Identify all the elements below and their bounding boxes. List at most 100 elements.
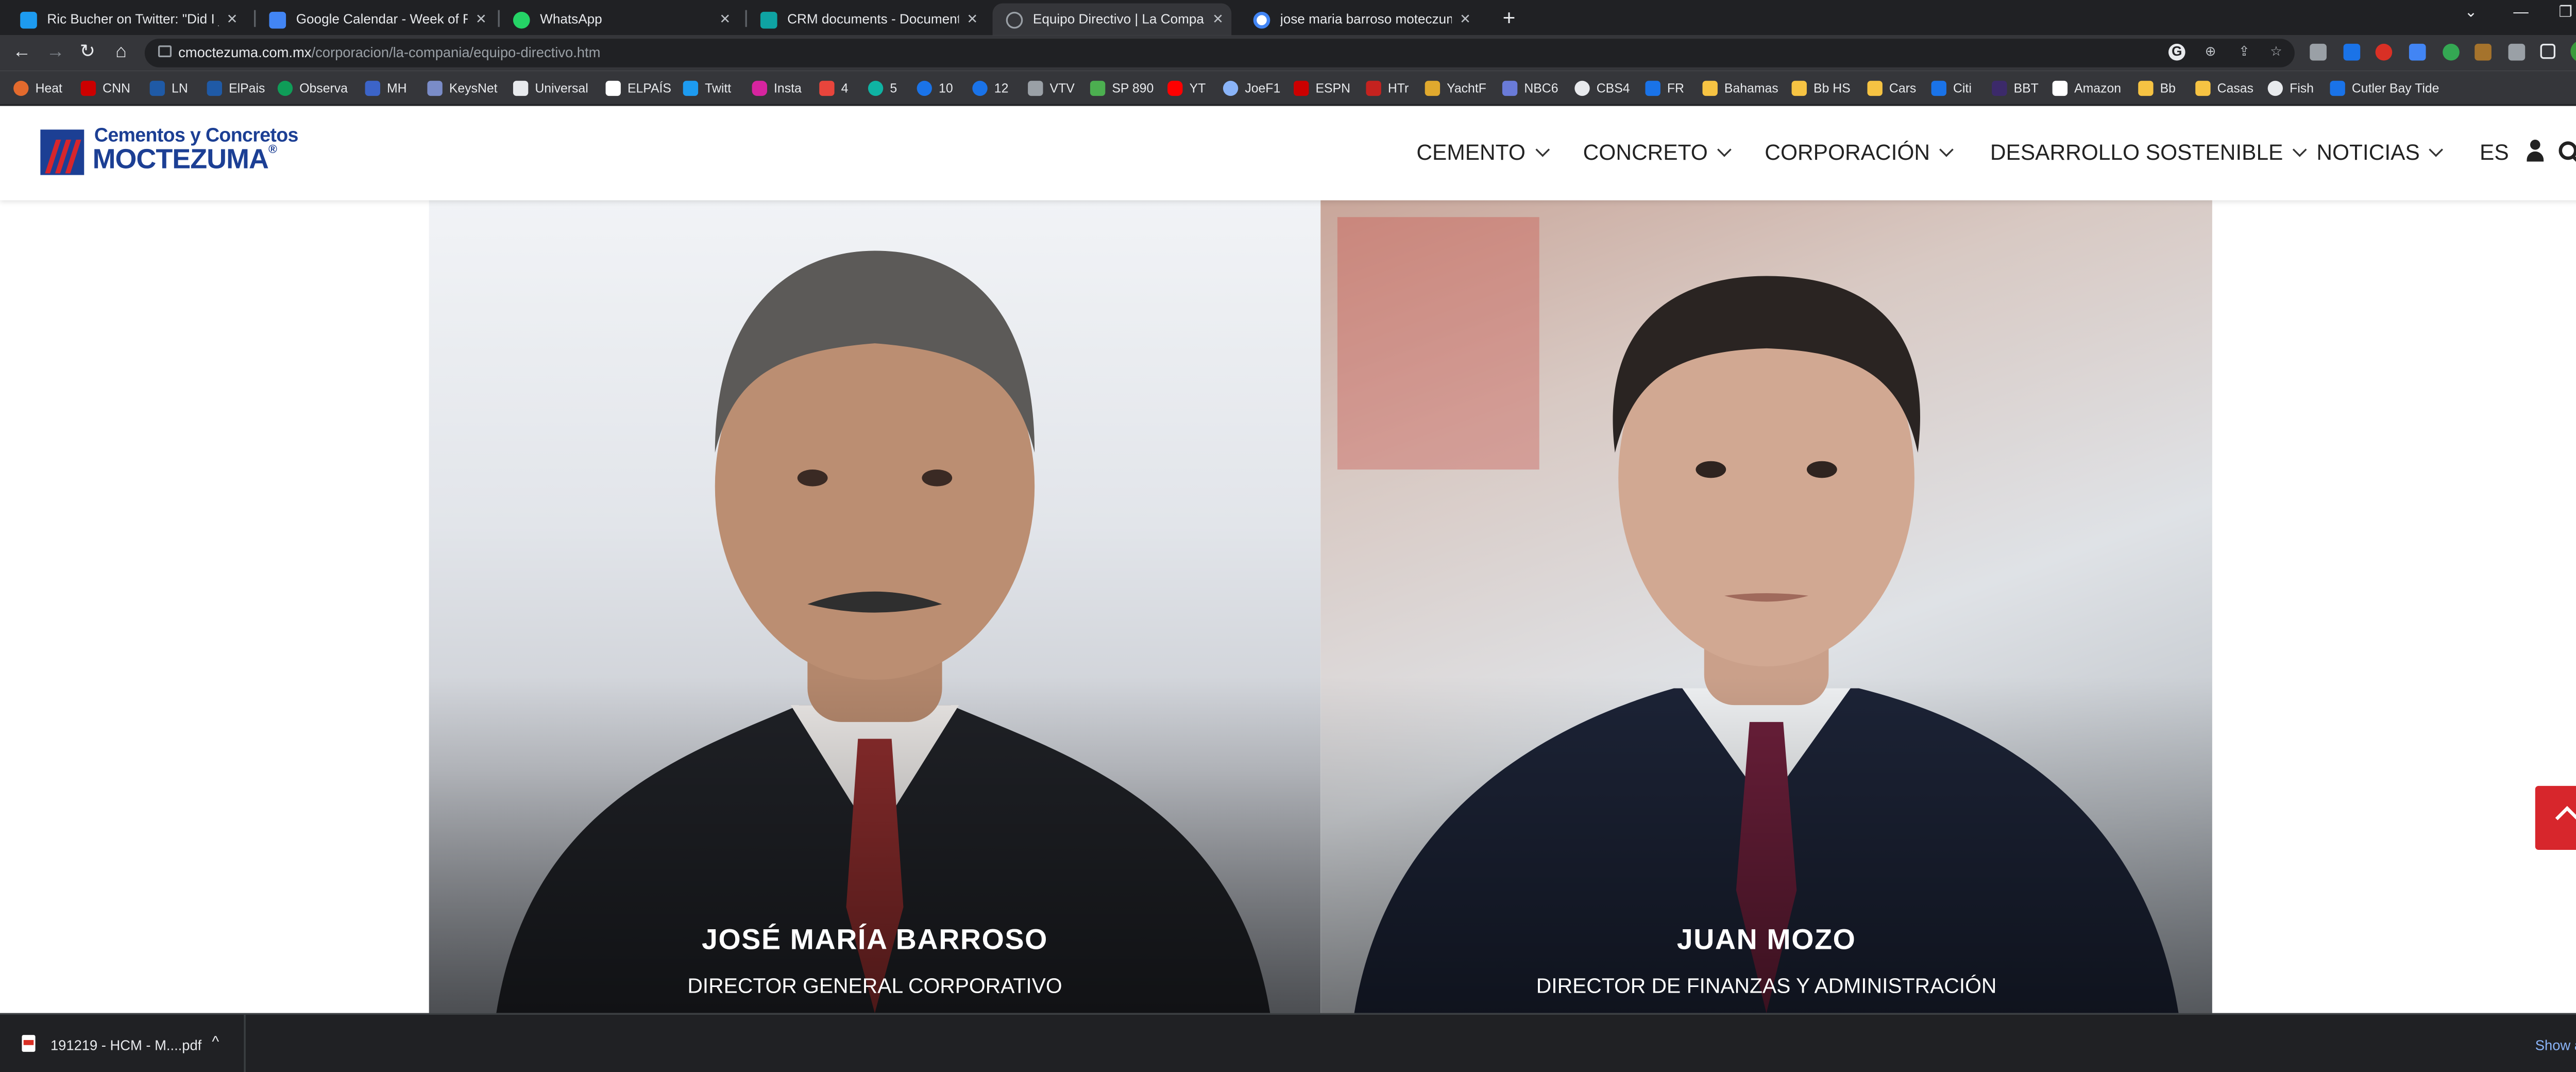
- bookmark-item[interactable]: 12: [972, 77, 1008, 97]
- bookmark-folder[interactable]: Bb: [2138, 77, 2176, 97]
- executive-card[interactable]: JUAN MOZO DIRECTOR DE FINANZAS Y ADMINIS…: [1320, 200, 2212, 1013]
- bookmark-item[interactable]: LN: [149, 77, 188, 97]
- nav-noticias[interactable]: NOTICIAS: [2316, 140, 2444, 165]
- bookmark-item[interactable]: CBS4: [1574, 77, 1630, 97]
- moctezuma-logo-icon[interactable]: [40, 129, 84, 175]
- new-tab-button[interactable]: +: [1497, 5, 1521, 30]
- puzzle-icon[interactable]: [2508, 43, 2526, 61]
- nav-desarrollo-sostenible[interactable]: DESARROLLO SOSTENIBLE: [1990, 140, 2307, 165]
- extension-green-icon[interactable]: [2443, 43, 2460, 61]
- extension-notify-icon[interactable]: [2375, 43, 2393, 61]
- nav-cemento[interactable]: CEMENTO: [1416, 140, 1550, 165]
- search-icon[interactable]: [2558, 140, 2576, 163]
- ln-icon: [149, 80, 165, 95]
- chevron-up-icon: [2555, 806, 2576, 830]
- bookmark-item[interactable]: JoeF1: [1223, 77, 1280, 97]
- chevron-up-icon[interactable]: ^: [212, 1033, 219, 1050]
- zoom-icon[interactable]: ⊕: [2202, 44, 2219, 61]
- bookmark-item[interactable]: ESPN: [1294, 77, 1350, 97]
- close-icon[interactable]: ✕: [711, 12, 738, 27]
- download-item[interactable]: 191219 - HCM - M....pdf ^: [0, 1014, 246, 1072]
- url-text[interactable]: cmoctezuma.com.mx/corporacion/la-compani…: [178, 44, 600, 61]
- close-icon[interactable]: ✕: [959, 12, 986, 27]
- bookmark-item[interactable]: Insta: [752, 77, 802, 97]
- close-icon[interactable]: ✕: [218, 12, 245, 27]
- bookmark-item[interactable]: 5: [868, 77, 897, 97]
- share-icon[interactable]: ⇪: [2236, 44, 2253, 61]
- bookmark-item[interactable]: YT: [1167, 77, 1206, 97]
- bookmark-folder[interactable]: Bb HS: [1791, 77, 1851, 97]
- nav-corporacion[interactable]: CORPORACIÓN: [1765, 140, 1954, 165]
- instagram-icon: [752, 80, 767, 95]
- scroll-to-top-button[interactable]: [2535, 785, 2576, 850]
- user-icon[interactable]: [2527, 140, 2544, 163]
- bookmark-item[interactable]: Fish: [2267, 77, 2314, 97]
- tab-google-search[interactable]: jose maria barroso moteczuma - G ✕: [1240, 4, 1479, 36]
- download-file-name[interactable]: 191219 - HCM - M....pdf: [50, 1036, 201, 1053]
- logo-tagline[interactable]: Cementos y Concretos: [94, 126, 299, 146]
- address-bar[interactable]: cmoctezuma.com.mx/corporacion/la-compani…: [144, 39, 2295, 68]
- tab-google-calendar[interactable]: Google Calendar - Week of Febru ✕: [256, 4, 495, 36]
- bookmark-item[interactable]: Heat: [13, 77, 62, 97]
- calendar-icon: [269, 11, 286, 28]
- bookmark-item[interactable]: VTV: [1028, 77, 1075, 97]
- vtv-icon: [1028, 80, 1043, 95]
- bookmark-item[interactable]: MH: [365, 77, 407, 97]
- amazon-icon: [2052, 80, 2068, 95]
- bookmark-item[interactable]: SP 890: [1090, 77, 1154, 97]
- extension-download-icon[interactable]: [2475, 43, 2492, 61]
- bookmark-item[interactable]: ElPais: [207, 77, 265, 97]
- tab-crm-documents[interactable]: CRM documents - Documents - A ✕: [747, 4, 986, 36]
- bookmark-item[interactable]: 4: [819, 77, 848, 97]
- tab-whatsapp[interactable]: WhatsApp ✕: [500, 4, 739, 36]
- restore-button[interactable]: ❐: [2559, 4, 2572, 22]
- bookmark-folder[interactable]: Casas: [2195, 77, 2253, 97]
- reload-icon[interactable]: ↻: [76, 40, 99, 65]
- bookmark-item[interactable]: CNN: [80, 77, 130, 97]
- tab-twitter[interactable]: Ric Bucher on Twitter: "Did I just ✕: [7, 4, 246, 36]
- nav-concreto[interactable]: CONCRETO: [1583, 140, 1732, 165]
- bookmark-item[interactable]: HTr: [1366, 77, 1409, 97]
- extension-icon[interactable]: [2310, 43, 2327, 61]
- bookmark-item[interactable]: NBC6: [1502, 77, 1558, 97]
- google-lens-icon[interactable]: G: [2168, 43, 2185, 61]
- extension-shield-icon[interactable]: [2409, 43, 2426, 61]
- fish-icon: [2267, 80, 2283, 95]
- bookmark-item[interactable]: Twitt: [683, 77, 731, 97]
- home-icon[interactable]: ⌂: [109, 40, 133, 65]
- language-selector[interactable]: ES: [2480, 140, 2509, 165]
- extension-plus-icon[interactable]: [2343, 43, 2361, 61]
- back-arrow-icon[interactable]: ←: [10, 40, 34, 65]
- executive-card[interactable]: JOSÉ MARÍA BARROSO DIRECTOR GENERAL CORP…: [429, 200, 1321, 1013]
- bookmark-item[interactable]: Cutler Bay Tide: [2330, 77, 2439, 97]
- bookmark-item[interactable]: KeysNet: [427, 77, 498, 97]
- tab-strip: Ric Bucher on Twitter: "Did I just ✕ Goo…: [0, 0, 2576, 36]
- twitter-icon: [683, 80, 699, 95]
- close-icon[interactable]: ✕: [468, 12, 495, 27]
- bookmark-folder[interactable]: Cars: [1867, 77, 1916, 97]
- sp890-icon: [1090, 80, 1106, 95]
- bookmark-item[interactable]: YachtF: [1425, 77, 1486, 97]
- bookmark-folder[interactable]: Bahamas: [1702, 77, 1778, 97]
- show-all-downloads-link[interactable]: Show all: [2535, 1036, 2576, 1053]
- forward-arrow-icon[interactable]: →: [44, 40, 67, 65]
- tab-equipo-directivo[interactable]: Equipo Directivo | La Compañía | ✕: [992, 3, 1232, 36]
- minimize-button[interactable]: —: [2513, 4, 2528, 21]
- bookmark-item[interactable]: Observa: [277, 77, 348, 97]
- close-icon[interactable]: ✕: [1452, 12, 1479, 27]
- bookmark-item[interactable]: 10: [917, 77, 953, 97]
- bookmark-item[interactable]: BBT: [1992, 77, 2039, 97]
- bookmark-item[interactable]: Citi: [1931, 77, 1972, 97]
- bookmark-item[interactable]: ELPAÍS: [605, 77, 671, 97]
- bookmark-item[interactable]: Amazon: [2052, 77, 2121, 97]
- bookmark-item[interactable]: Universal: [513, 77, 588, 97]
- chevron-down-icon: [1535, 142, 1550, 156]
- side-panel-icon[interactable]: [2540, 43, 2555, 59]
- close-icon[interactable]: ✕: [1205, 12, 1231, 27]
- tab-search-chevron-icon[interactable]: ⌄: [2465, 4, 2478, 22]
- tab-title: Ric Bucher on Twitter: "Did I just: [47, 11, 218, 27]
- fr-icon: [1645, 80, 1660, 95]
- bookmark-star-icon[interactable]: ☆: [2268, 44, 2285, 61]
- bookmark-item[interactable]: FR: [1645, 77, 1684, 97]
- logo-wordmark[interactable]: MOCTEZUMA®: [93, 145, 277, 177]
